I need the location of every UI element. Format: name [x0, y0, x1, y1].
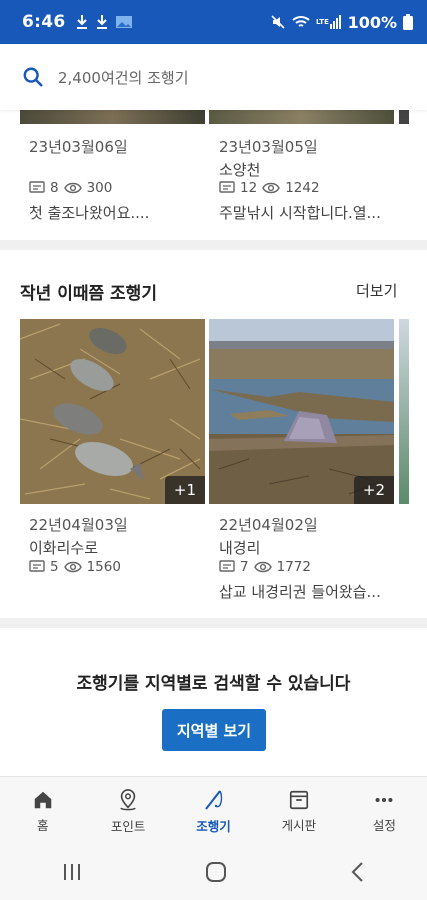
log-stats: 8 300	[29, 180, 112, 196]
status-time: 6:46	[22, 12, 66, 32]
wifi-icon	[291, 16, 310, 27]
battery-percent: 100%	[347, 12, 397, 32]
view-count: 1772	[276, 559, 311, 575]
log-date: 23년03월06일	[29, 138, 128, 156]
log-date: 22년04월03일	[29, 516, 128, 534]
log-description: 삽교 내경리권 들어왔습...	[219, 583, 381, 601]
comment-count: 12	[240, 180, 258, 196]
nav-label: 게시판	[281, 817, 317, 833]
region-search-section: 조행기를 지역별로 검색할 수 있습니다 지역별 보기	[0, 628, 427, 776]
status-bar: 6:46 LTE 100%	[0, 0, 427, 44]
log-photo[interactable]	[399, 319, 409, 504]
log-stats: 7 1772	[219, 559, 311, 575]
log-photo[interactable]	[20, 110, 205, 124]
system-nav-bar	[0, 844, 427, 900]
nav-settings[interactable]: 설정	[342, 777, 427, 845]
comment-icon	[29, 560, 45, 572]
log-photo[interactable]	[209, 110, 394, 124]
log-description: 첫 출조나왔어요....	[29, 204, 150, 222]
comment-icon	[29, 181, 45, 193]
last-year-section: 작년 이때쯤 조행기 더보기 +1 +2 22년04월03일 이화리수로 5 1…	[0, 250, 427, 618]
eye-icon	[63, 182, 82, 194]
battery-icon	[403, 14, 413, 30]
more-dots-icon	[375, 797, 393, 802]
fishing-rod-icon	[204, 789, 222, 810]
log-photo[interactable]	[399, 110, 409, 124]
home-icon	[34, 791, 51, 808]
download-icon	[97, 15, 108, 29]
nav-label: 홈	[36, 817, 49, 833]
log-place: 내경리	[219, 539, 261, 557]
eye-icon	[63, 561, 82, 573]
region-search-text: 조행기를 지역별로 검색할 수 있습니다	[76, 674, 351, 694]
gallery-icon	[116, 16, 133, 28]
nav-board[interactable]: 게시판	[256, 777, 341, 845]
download-icon	[77, 15, 88, 29]
comment-count: 8	[50, 180, 59, 196]
log-stats: 12 1242	[219, 180, 320, 196]
recent-logs-section: 23년03월06일 8 300 첫 출조나왔어요.... 23년03월05일 소…	[0, 110, 427, 240]
content-scroll[interactable]: 23년03월06일 8 300 첫 출조나왔어요.... 23년03월05일 소…	[0, 110, 427, 776]
bottom-nav: 홈 포인트 조행기 게시판 설정	[0, 776, 427, 845]
board-icon	[289, 790, 308, 809]
nav-logs[interactable]: 조행기	[171, 777, 256, 845]
log-place: 소양천	[219, 161, 261, 179]
region-view-button[interactable]: 지역별 보기	[162, 709, 266, 751]
location-pin-icon	[120, 788, 136, 810]
nav-label: 포인트	[110, 818, 146, 834]
nav-label: 조행기	[196, 818, 231, 834]
lte-signal-icon: LTE	[316, 15, 341, 29]
log-place: 이화리수로	[29, 539, 99, 557]
comment-icon	[219, 560, 235, 572]
view-count: 300	[86, 180, 113, 196]
more-button[interactable]: 더보기	[356, 280, 397, 301]
comment-icon	[219, 181, 235, 193]
nav-label: 설정	[372, 817, 396, 833]
log-date: 23년03월05일	[219, 138, 318, 156]
search-icon[interactable]	[22, 66, 44, 88]
search-input[interactable]: 2,400여건의 조행기	[58, 67, 189, 88]
nav-point[interactable]: 포인트	[85, 777, 170, 845]
search-bar[interactable]: 2,400여건의 조행기	[0, 44, 427, 110]
log-photo[interactable]: +1	[20, 319, 205, 504]
mute-icon	[270, 15, 285, 29]
log-stats: 5 1560	[29, 559, 121, 575]
section-title: 작년 이때쯤 조행기	[20, 284, 157, 304]
log-date: 22년04월02일	[219, 516, 318, 534]
log-description: 주말낚시 시작합니다.열...	[219, 204, 381, 222]
recent-apps-icon[interactable]	[61, 862, 83, 882]
photo-count-badge: +2	[353, 476, 394, 504]
nav-home[interactable]: 홈	[0, 777, 85, 845]
log-photo[interactable]: +2	[209, 319, 394, 504]
home-button-icon[interactable]	[205, 861, 227, 883]
view-count: 1560	[86, 559, 121, 575]
comment-count: 5	[50, 559, 59, 575]
eye-icon	[262, 182, 280, 194]
photo-count-badge: +1	[164, 476, 205, 504]
svg-text:LTE: LTE	[316, 18, 329, 26]
eye-icon	[253, 561, 272, 573]
view-count: 1242	[285, 180, 320, 196]
comment-count: 7	[240, 559, 249, 575]
back-icon[interactable]	[350, 861, 366, 883]
